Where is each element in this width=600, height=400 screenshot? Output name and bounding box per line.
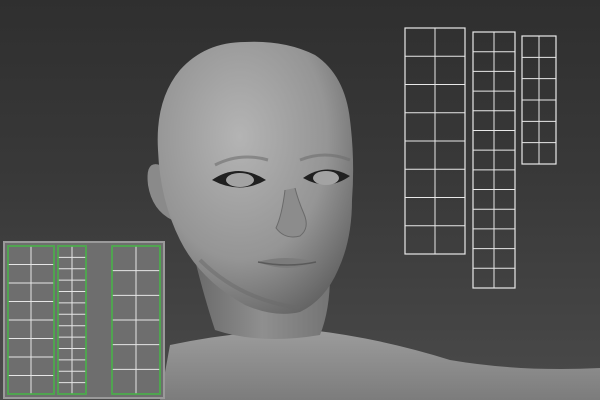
3d-viewport[interactable] — [0, 0, 600, 400]
uv-strip-right — [521, 35, 557, 165]
shoulders — [160, 330, 600, 400]
scene-svg — [3, 27, 600, 400]
uv-strip-middle — [472, 31, 516, 289]
uv-inset-panel[interactable] — [3, 241, 165, 399]
uv-strips-group — [404, 27, 557, 289]
uv-strip-left — [404, 27, 466, 255]
